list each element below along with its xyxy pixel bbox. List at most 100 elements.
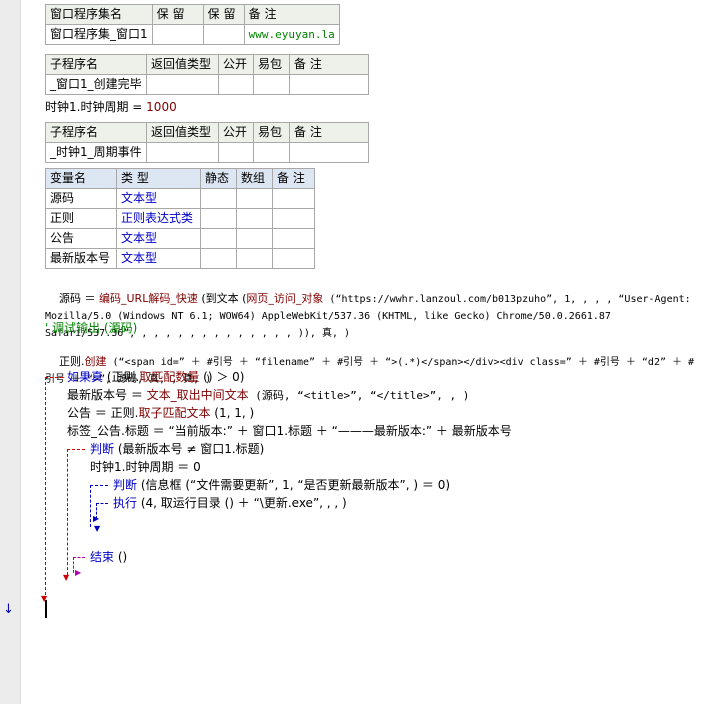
assembly-header-name: 窗口程序集名 [45, 4, 153, 25]
sub1-header-epack: 易包 [253, 54, 290, 75]
code-line-judge-msgbox[interactable]: 判断 (信息框 (“文件需要更新”, 1, “是否更新最新版本”, ) ＝ 0) [113, 477, 450, 493]
code-token-method: 取匹配数量 [139, 370, 200, 384]
var-static-cell[interactable] [200, 248, 237, 269]
sub1-note-cell[interactable] [289, 74, 369, 95]
sub2-header-public: 公开 [218, 122, 254, 143]
flow-line-exec-vertical [96, 503, 97, 519]
timer-assign-op: = [132, 100, 143, 114]
var-name-cell[interactable]: 源码 [45, 188, 117, 209]
code-token-func2: 网页_访问_对象 [246, 292, 324, 305]
code-line-version-assign[interactable]: 最新版本号 ＝ 文本_取出中间文本 (源码, “<title>”, “</tit… [67, 387, 469, 404]
var-note-cell[interactable] [272, 188, 315, 209]
sub1-return-cell[interactable] [146, 74, 219, 95]
var-header-type: 类 型 [116, 168, 201, 189]
flow-line-judge-vertical [67, 449, 68, 575]
flow-line-inner-top [90, 485, 108, 486]
flow-line-judge-top [67, 449, 85, 450]
assembly-header-reserve1: 保 留 [151, 4, 204, 25]
assembly-reserve2-cell[interactable] [202, 24, 245, 45]
sub2-header-note: 备 注 [289, 122, 369, 143]
var-array-cell[interactable] [236, 228, 273, 249]
var-note-cell[interactable] [272, 208, 315, 229]
var-note-cell[interactable] [272, 248, 315, 269]
var-name-cell[interactable]: 正则 [45, 208, 117, 229]
assembly-name-cell[interactable]: 窗口程序集_窗口1 [45, 24, 153, 45]
flow-line-inner-vertical [90, 485, 91, 527]
var-type-cell[interactable]: 文本型 [116, 188, 201, 209]
flow-arrow-down-icon: ▼ [63, 573, 70, 582]
code-token-lhs: 公告 ＝ 正则. [67, 406, 139, 420]
flow-line-if-top [45, 377, 63, 378]
keyword-judge: 判断 [113, 478, 138, 492]
variable-row[interactable]: 源码 文本型 [45, 188, 315, 209]
flow-arrow-down-icon: ▼ [94, 524, 101, 533]
keyword-judge: 判断 [90, 442, 115, 456]
code-token-args: (1, 1, ) [210, 406, 255, 420]
assembly-note-cell[interactable]: www.eyuyan.la [243, 24, 340, 45]
var-type-cell[interactable]: 正则表达式类 [116, 208, 201, 229]
variable-row[interactable]: 公告 文本型 [45, 228, 315, 249]
var-header-note: 备 注 [272, 168, 315, 189]
var-array-cell[interactable] [236, 248, 273, 269]
assembly-table: 窗口程序集名 保 留 保 留 备 注 窗口程序集_窗口1 www.eyuyan.… [45, 4, 340, 45]
code-line-if-true[interactable]: 如果真 (正则.取匹配数量 () ＞ 0) [67, 369, 244, 385]
variable-row[interactable]: 正则 正则表达式类 [45, 208, 315, 229]
code-token-func: 文本_取出中间文本 [146, 388, 249, 402]
code-token-args: () ＞ 0) [199, 370, 245, 384]
current-line-arrow-icon: ↓ [3, 602, 14, 617]
variable-table: 变量名 类 型 静态 数组 备 注 源码 文本型 正则 正则表达式类 公告 文本… [45, 168, 315, 269]
sub1-public-cell[interactable] [218, 74, 254, 95]
flow-line-if-vertical [45, 377, 46, 595]
code-token-method: 创建 [84, 355, 107, 368]
code-line-label-title[interactable]: 标签_公告.标题 ＝ “当前版本:” ＋ 窗口1.标题 ＋ “———最新版本:”… [67, 423, 512, 439]
var-type-cell[interactable]: 文本型 [116, 228, 201, 249]
assembly-reserve1-cell[interactable] [151, 24, 204, 45]
var-static-cell[interactable] [200, 228, 237, 249]
code-line-comment[interactable]: ' 调试输出 (源码) [45, 320, 137, 336]
var-static-cell[interactable] [200, 208, 237, 229]
sub2-header-epack: 易包 [253, 122, 290, 143]
var-array-cell[interactable] [236, 208, 273, 229]
flow-arrow-right-icon: ▶ [75, 568, 82, 577]
code-token-args: () [114, 550, 128, 564]
sub1-name-cell[interactable]: _窗口1_创建完毕 [45, 74, 147, 95]
var-header-static: 静态 [200, 168, 237, 189]
code-line-judge-version[interactable]: 判断 (最新版本号 ≠ 窗口1.标题) [90, 441, 264, 457]
keyword-exec: 执行 [113, 496, 138, 510]
flow-line-exec-branch [96, 503, 108, 504]
assembly-header-note: 备 注 [243, 4, 340, 25]
sub2-note-cell[interactable] [289, 142, 369, 163]
code-token-func: 编码_URL解码_快速 [99, 292, 198, 305]
flow-line-end-vertical [73, 557, 74, 573]
code-line-end[interactable]: 结束 () [90, 549, 127, 565]
var-name-cell[interactable]: 最新版本号 [45, 248, 117, 269]
assembly-header-reserve2: 保 留 [202, 4, 245, 25]
sub1-header-return: 返回值类型 [146, 54, 219, 75]
sub2-name-cell[interactable]: _时钟1_周期事件 [45, 142, 147, 163]
code-editor[interactable]: 窗口程序集名 保 留 保 留 备 注 窗口程序集_窗口1 www.eyuyan.… [41, 0, 708, 704]
flow-line-end-branch [73, 557, 85, 558]
code-token-args: (信息框 (“文件需要更新”, 1, “是否更新最新版本”, ) ＝ 0) [137, 478, 451, 492]
code-line-exec[interactable]: 执行 (4, 取运行目录 () ＋ “\更新.exe”, , , ) [113, 495, 347, 511]
code-line-timer-zero[interactable]: 时钟1.时钟周期 ＝ 0 [90, 459, 201, 475]
code-token-lhs: 源码 ＝ [59, 292, 99, 305]
var-header-array: 数组 [236, 168, 273, 189]
timer-assign-line[interactable]: 时钟1.时钟周期 = 1000 [45, 99, 177, 115]
code-token-lhs: 最新版本号 ＝ [67, 388, 147, 402]
sub1-header-name: 子程序名 [45, 54, 147, 75]
code-token-obj: (正则. [103, 370, 140, 384]
sub2-epack-cell[interactable] [253, 142, 290, 163]
sub2-return-cell[interactable] [146, 142, 219, 163]
code-line-notice-assign[interactable]: 公告 ＝ 正则.取子匹配文本 (1, 1, ) [67, 405, 254, 421]
sub2-public-cell[interactable] [218, 142, 254, 163]
line-gutter: ↓ [0, 0, 21, 704]
variable-row[interactable]: 最新版本号 文本型 [45, 248, 315, 269]
timer-assign-value: 1000 [146, 100, 177, 114]
sub2-header-name: 子程序名 [45, 122, 147, 143]
sub1-epack-cell[interactable] [253, 74, 290, 95]
var-note-cell[interactable] [272, 228, 315, 249]
var-static-cell[interactable] [200, 188, 237, 209]
var-type-cell[interactable]: 文本型 [116, 248, 201, 269]
var-array-cell[interactable] [236, 188, 273, 209]
var-name-cell[interactable]: 公告 [45, 228, 117, 249]
